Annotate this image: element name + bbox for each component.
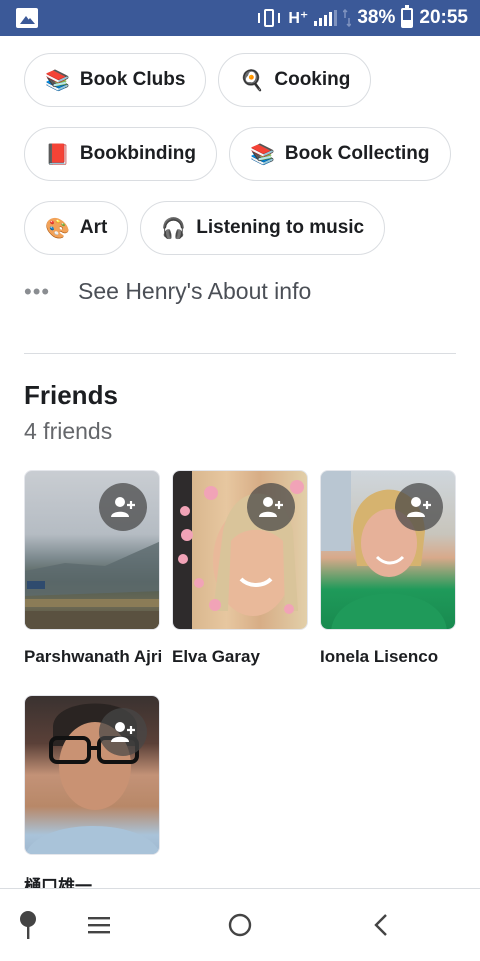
interest-chip-cooking[interactable]: 🍳 Cooking: [218, 53, 372, 107]
interest-chip-listening-to-music[interactable]: 🎧 Listening to music: [140, 201, 386, 255]
headphones-icon: 🎧: [161, 216, 187, 240]
friend-card[interactable]: Ionela Lisenco: [320, 470, 456, 667]
friends-count: 4 friends: [24, 418, 113, 444]
add-friend-icon: [111, 722, 135, 742]
interests-row-2: 📕 Bookbinding 📚 Book Collecting: [24, 127, 451, 181]
more-dots-icon: •••: [24, 278, 51, 304]
clock: 20:55: [419, 7, 468, 28]
add-friend-icon: [259, 497, 283, 517]
see-about-info-link[interactable]: ••• See Henry's About info: [24, 278, 311, 305]
interest-label: Bookbinding: [79, 143, 196, 164]
books-icon: 📚: [45, 68, 70, 92]
interest-chip-art[interactable]: 🎨 Art: [24, 201, 129, 255]
friends-section-title[interactable]: Friends: [24, 380, 118, 411]
friend-card[interactable]: Elva Garay: [172, 470, 308, 667]
gallery-icon: [16, 8, 38, 28]
friend-name[interactable]: Elva Garay: [172, 647, 308, 667]
pin-button[interactable]: [8, 889, 48, 961]
add-friend-icon: [407, 497, 431, 517]
see-about-info-label: See Henry's About info: [78, 278, 312, 304]
divider: [24, 353, 456, 354]
interests-row-3: 🎨 Art 🎧 Listening to music: [24, 201, 386, 255]
menu-button[interactable]: [78, 889, 120, 961]
back-button[interactable]: [360, 889, 402, 961]
status-bar: H⁺ 38% 20:55: [0, 0, 480, 36]
palette-icon: 🎨: [45, 216, 70, 240]
profile-content: 📚 Book Clubs 🍳 Cooking 📕 Bookbinding 📚 B…: [0, 36, 480, 888]
add-friend-button[interactable]: [247, 483, 295, 531]
battery-charging-icon: [401, 5, 414, 28]
pin-icon: [20, 911, 36, 939]
interests-row-1: 📚 Book Clubs 🍳 Cooking: [24, 53, 372, 107]
friend-name[interactable]: Parshwanath Ajri: [24, 647, 162, 667]
friend-photo[interactable]: [320, 470, 456, 630]
friend-card[interactable]: 樋口雄一: [24, 695, 160, 888]
interest-chip-book-collecting[interactable]: 📚 Book Collecting: [229, 127, 451, 181]
interest-chip-bookbinding[interactable]: 📕 Bookbinding: [24, 127, 217, 181]
books-icon: 📚: [250, 142, 275, 166]
interest-label: Art: [79, 217, 108, 238]
system-nav-bar: [0, 888, 480, 960]
menu-icon: [88, 917, 110, 934]
friend-photo[interactable]: [24, 470, 160, 630]
interest-label: Book Clubs: [79, 69, 186, 90]
home-button[interactable]: [218, 889, 262, 961]
signal-icon: [314, 10, 338, 26]
friend-photo[interactable]: [172, 470, 308, 630]
add-friend-button[interactable]: [395, 483, 443, 531]
add-friend-button[interactable]: [99, 708, 147, 756]
add-friend-button[interactable]: [99, 483, 147, 531]
red-book-icon: 📕: [45, 142, 70, 166]
friend-name[interactable]: Ionela Lisenco: [320, 647, 456, 667]
friend-name[interactable]: 樋口雄一: [24, 872, 160, 888]
vibrate-icon: [256, 8, 282, 28]
battery-percent: 38%: [357, 7, 396, 28]
home-circle-icon: [228, 913, 252, 937]
data-arrows-icon: [343, 9, 352, 27]
add-friend-icon: [111, 497, 135, 517]
interest-label: Cooking: [274, 69, 351, 90]
interest-chip-book-clubs[interactable]: 📚 Book Clubs: [24, 53, 207, 107]
back-chevron-icon: [374, 914, 387, 936]
friend-photo[interactable]: [24, 695, 160, 855]
frying-pan-icon: 🍳: [239, 68, 265, 92]
network-type-label: H⁺: [288, 10, 309, 27]
interest-label: Listening to music: [196, 217, 365, 238]
interest-label: Book Collecting: [284, 143, 430, 164]
friend-card[interactable]: Parshwanath Ajri: [24, 470, 162, 667]
